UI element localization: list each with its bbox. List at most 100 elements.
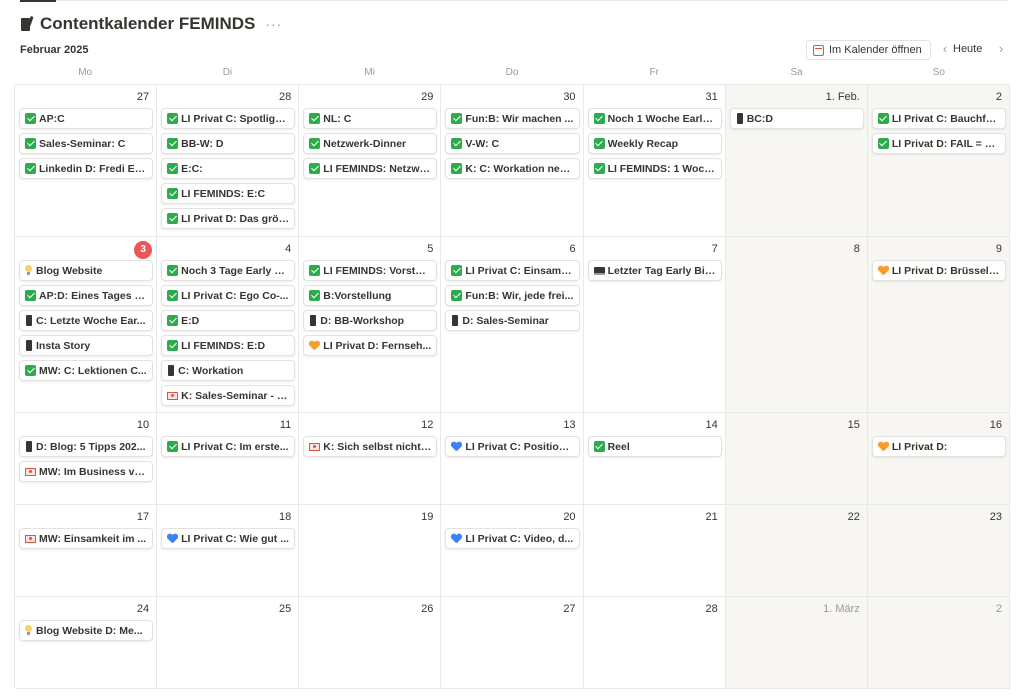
event-card[interactable]: Fun:B: Wir, jede frei... <box>445 285 580 306</box>
calendar-day-cell[interactable]: 20 LI Privat C: Video, d... <box>441 505 584 597</box>
calendar-day-cell[interactable]: 10 D: Blog: 5 Tipps 202... MW: Im Business… <box>15 413 158 505</box>
event-card[interactable]: V-W: C <box>445 133 580 154</box>
calendar-day-cell[interactable]: 2 LI Privat C: Bauchfre... LI Privat D: FA… <box>867 85 1010 237</box>
event-card[interactable]: AP:C <box>19 108 154 129</box>
calendar-day-cell[interactable]: 9 LI Privat D: Brüssel -... <box>867 237 1010 413</box>
calendar-day-cell[interactable]: 27 AP:C Sales-Seminar: C Linkedin D: Fredi … <box>15 85 158 237</box>
event-card[interactable]: LI Privat C: Ego Co-... <box>161 285 296 306</box>
calendar-day-cell[interactable]: 1. März <box>725 597 868 689</box>
event-card[interactable]: BB-W: D <box>161 133 296 154</box>
calendar-day-cell[interactable]: 11 LI Privat C: Im erste... <box>157 413 300 505</box>
event-card[interactable]: NL: C <box>303 108 438 129</box>
day-number: 27 <box>563 603 576 615</box>
calendar-day-cell[interactable]: 28 LI Privat C: Spotlight... BB-W: D E:C: LI… <box>157 85 300 237</box>
calendar-day-cell[interactable]: 18 LI Privat C: Wie gut ... <box>157 505 300 597</box>
calendar-day-cell[interactable]: 14 Reel <box>583 413 726 505</box>
event-card[interactable]: LI Privat C: Bauchfre... <box>871 108 1006 129</box>
event-card[interactable]: LI Privat C: Video, d... <box>445 528 580 549</box>
event-card[interactable]: LI Privat D: Fernseh... <box>303 335 438 356</box>
event-card[interactable]: Noch 3 Tage Early Bi... <box>161 260 296 281</box>
event-card[interactable]: LI FEMINDS: E:C <box>161 183 296 204</box>
event-card[interactable]: AP:D: Eines Tages w... <box>19 285 154 306</box>
event-card[interactable]: LI FEMINDS: 1 Woch... <box>587 158 722 179</box>
event-card[interactable]: LI Privat D: <box>871 436 1006 457</box>
calendar-day-cell[interactable]: 15 <box>725 413 868 505</box>
calendar-day-cell[interactable]: 22 <box>725 505 868 597</box>
event-title: Reel <box>607 440 630 453</box>
calendar-day-cell[interactable]: 12 K: Sich selbst nichts... <box>299 413 442 505</box>
calendar-day-cell[interactable]: 13 LI Privat C: Positioni... <box>441 413 584 505</box>
event-card[interactable]: LI Privat C: Spotlight... <box>161 108 296 129</box>
calendar-day-cell[interactable]: 7 Letzter Tag Early Bir... <box>583 237 726 413</box>
event-card[interactable]: K: C: Workation neu... <box>445 158 580 179</box>
event-card[interactable]: Weekly Recap <box>587 133 722 154</box>
event-card[interactable]: Reel <box>587 436 722 457</box>
top-divider <box>20 0 1008 3</box>
calendar-day-cell[interactable]: 28 <box>583 597 726 689</box>
event-card[interactable]: LI FEMINDS: E:D <box>161 335 296 356</box>
calendar-day-cell[interactable]: 1. Feb. BC:D <box>725 85 868 237</box>
event-card[interactable]: LI Privat C: Einsam g... <box>445 260 580 281</box>
event-card[interactable]: LI FEMINDS: Netzwe... <box>303 158 438 179</box>
event-card[interactable]: BC:D <box>729 108 864 129</box>
calendar-day-cell[interactable]: 23 <box>867 505 1010 597</box>
calendar-day-cell[interactable]: 19 <box>299 505 442 597</box>
calendar-day-cell[interactable]: 5 LI FEMINDS: Vorstell... B:Vorstellung D: … <box>299 237 442 413</box>
calendar-day-cell[interactable]: 27 <box>441 597 584 689</box>
event-card[interactable]: D: Blog: 5 Tipps 202... <box>19 436 154 457</box>
mobile-phone-icon <box>310 315 317 326</box>
event-card[interactable]: LI Privat C: Wie gut ... <box>161 528 296 549</box>
event-card[interactable]: LI Privat D: Das größ... <box>161 208 296 229</box>
calendar-day-cell[interactable]: 25 <box>157 597 300 689</box>
today-button[interactable]: Heute <box>953 43 982 55</box>
event-card[interactable]: K: Sales-Seminar - E... <box>161 385 296 406</box>
event-card[interactable]: Fun:B: Wir machen ... <box>445 108 580 129</box>
event-card[interactable]: LI Privat C: Im erste... <box>161 436 296 457</box>
event-card[interactable]: E:D <box>161 310 296 331</box>
event-card[interactable]: Insta Story <box>19 335 154 356</box>
calendar-day-cell[interactable]: 21 <box>583 505 726 597</box>
event-card[interactable]: MW: C: Lektionen C... <box>19 360 154 381</box>
event-card[interactable]: Linkedin D: Fredi Ev... <box>19 158 154 179</box>
calendar-day-cell[interactable]: 16 LI Privat D: <box>867 413 1010 505</box>
calendar-day-cell[interactable]: 8 <box>725 237 868 413</box>
more-options-icon[interactable]: ··· <box>265 16 282 32</box>
calendar-day-cell[interactable]: 17 MW: Einsamkeit im ... <box>15 505 158 597</box>
event-card[interactable]: LI Privat D: FAIL = Fa... <box>871 133 1006 154</box>
day-number: 14 <box>705 419 718 431</box>
event-card[interactable]: MW: Im Business ve... <box>19 461 154 482</box>
event-title: LI FEMINDS: Vorstell... <box>323 264 432 277</box>
event-card[interactable]: K: Sich selbst nichts... <box>303 436 438 457</box>
event-card[interactable]: C: Workation <box>161 360 296 381</box>
event-card[interactable]: Letzter Tag Early Bir... <box>587 260 722 281</box>
day-number: 7 <box>711 243 718 255</box>
event-card[interactable]: B:Vorstellung <box>303 285 438 306</box>
event-card[interactable]: E:C: <box>161 158 296 179</box>
next-month-button[interactable]: › <box>994 41 1008 56</box>
calendar-day-cell[interactable]: 26 <box>299 597 442 689</box>
calendar-day-cell[interactable]: 4 Noch 3 Tage Early Bi... LI Privat C: Ego… <box>157 237 300 413</box>
calendar-day-cell[interactable]: 3 Blog Website AP:D: Eines Tages w... C: Le… <box>15 237 158 413</box>
open-in-calendar-button[interactable]: Im Kalender öffnen <box>806 40 931 60</box>
event-card[interactable]: LI Privat C: Positioni... <box>445 436 580 457</box>
event-card[interactable]: Blog Website <box>19 260 154 281</box>
calendar-day-cell[interactable]: 6 LI Privat C: Einsam g... Fun:B: Wir, jed… <box>441 237 584 413</box>
event-card[interactable]: D: BB-Workshop <box>303 310 438 331</box>
calendar-day-cell[interactable]: 24 Blog Website D: Me... <box>15 597 158 689</box>
event-card[interactable]: Blog Website D: Me... <box>19 620 154 641</box>
calendar-day-cell[interactable]: 2 <box>867 597 1010 689</box>
event-card[interactable]: LI FEMINDS: Vorstell... <box>303 260 438 281</box>
event-card[interactable]: MW: Einsamkeit im ... <box>19 528 154 549</box>
event-card[interactable]: Netzwerk-Dinner <box>303 133 438 154</box>
calendar-day-cell[interactable]: 30 Fun:B: Wir machen ... V-W: C K: C: Worka… <box>441 85 584 237</box>
event-card[interactable]: D: Sales-Seminar <box>445 310 580 331</box>
event-card[interactable]: Sales-Seminar: C <box>19 133 154 154</box>
previous-month-button[interactable]: ‹ <box>938 41 952 56</box>
check-box-icon <box>167 441 179 452</box>
calendar-day-cell[interactable]: 31 Noch 1 Woche Early-... Weekly Recap LI F… <box>583 85 726 237</box>
event-card[interactable]: C: Letzte Woche Ear... <box>19 310 154 331</box>
event-card[interactable]: Noch 1 Woche Early-... <box>587 108 722 129</box>
calendar-day-cell[interactable]: 29 NL: C Netzwerk-Dinner LI FEMINDS: Netzwe… <box>299 85 442 237</box>
event-card[interactable]: LI Privat D: Brüssel -... <box>871 260 1006 281</box>
event-title: Sales-Seminar: C <box>39 137 126 150</box>
